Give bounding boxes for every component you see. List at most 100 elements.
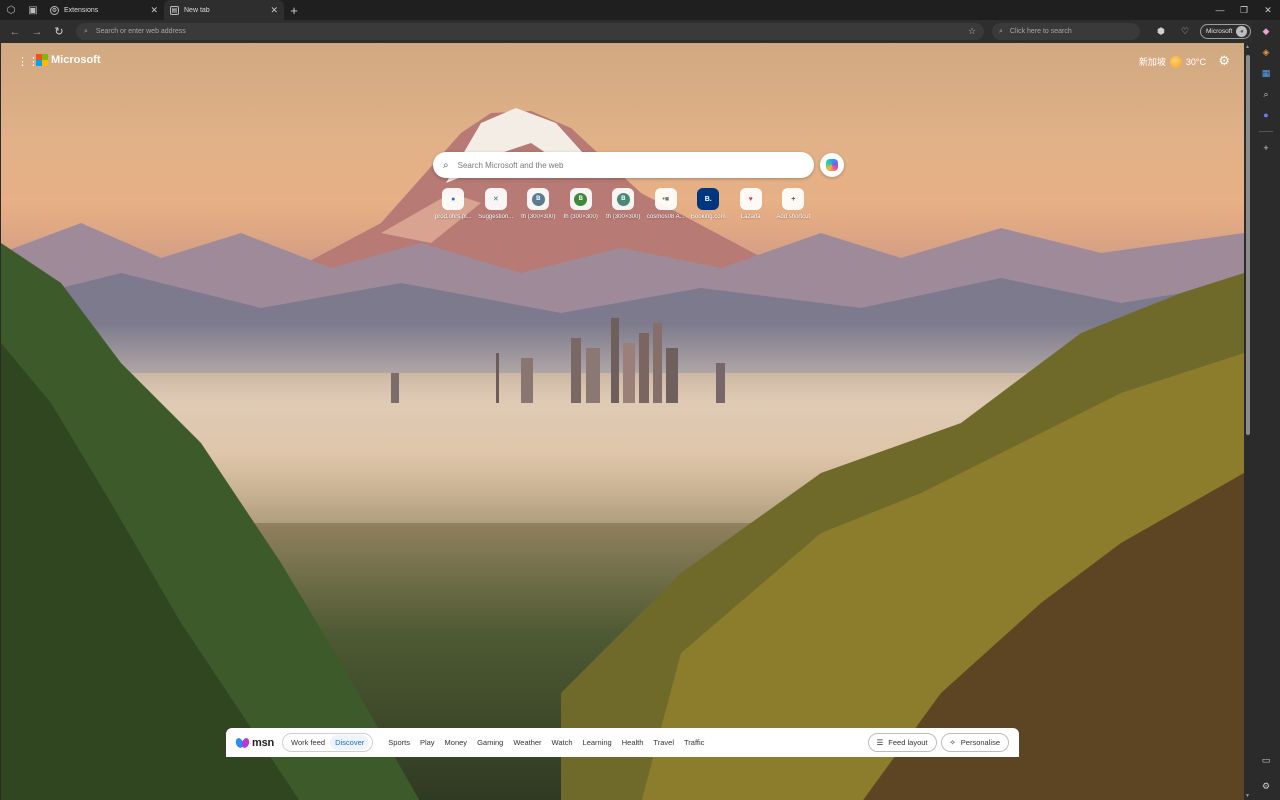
discover-tab[interactable]: Discover — [330, 735, 370, 750]
sunny-weather-icon — [1169, 55, 1182, 68]
add-sidebar-app-icon[interactable]: + — [1258, 140, 1274, 156]
sidebar-settings-icon[interactable]: ⚙ — [1258, 778, 1274, 794]
background-left-hill — [1, 243, 420, 800]
workspaces-icon[interactable]: ⬡ — [0, 0, 22, 20]
personalise-button[interactable]: ✧ Personalise — [940, 733, 1009, 752]
category-health[interactable]: Health — [617, 738, 649, 747]
shortcut-label: prod.ohrs.pl... — [434, 214, 472, 220]
tab-extensions[interactable]: ⚙ Extensions ✕ — [44, 0, 164, 20]
background-right-hill — [561, 273, 1244, 800]
window-controls: — ❐ ✕ — [1208, 0, 1280, 20]
edge-icon: ● — [442, 188, 465, 210]
feed-toggle: Work feed Discover — [282, 733, 374, 752]
search-icon: ⌕ — [443, 159, 449, 171]
minimize-icon[interactable]: — — [1208, 0, 1232, 20]
b-chip: B — [616, 192, 630, 206]
tab-new-tab[interactable]: ▤ New tab ✕ — [164, 0, 284, 20]
shortcut-label: Suggestion... — [478, 214, 514, 220]
close-tab-icon[interactable]: ✕ — [150, 5, 158, 16]
category-weather[interactable]: Weather — [508, 738, 546, 747]
shortcut-tile[interactable]: •■ cosmos08 A... — [645, 188, 688, 220]
drop-icon[interactable]: ● — [1258, 107, 1274, 123]
shortcut-tile[interactable]: + Add shortcut — [772, 188, 815, 220]
feed-layout-label: Feed layout — [888, 738, 928, 747]
page-settings-gear-icon[interactable]: ⚙ — [1218, 53, 1230, 69]
category-sports[interactable]: Sports — [383, 738, 415, 747]
favorite-star-icon[interactable]: ☆ — [968, 26, 976, 37]
weather-temperature: 30°C — [1185, 56, 1206, 67]
category-play[interactable]: Play — [415, 738, 440, 747]
lazada-icon: ♥ — [739, 188, 762, 210]
b-chip-icon: B — [527, 188, 550, 210]
new-tab-page: ⋮⋮⋮ Microsoft 新加坡 30°C ⚙ ⌕ Search Micros… — [1, 43, 1244, 800]
extensions-favicon-icon: ⚙ — [50, 5, 59, 15]
msn-logo[interactable]: msn — [234, 736, 275, 749]
forward-button[interactable]: → — [26, 22, 48, 42]
copilot-sidebar-icon[interactable]: ◆ — [1258, 23, 1274, 39]
weather-location: 新加坡 — [1138, 57, 1166, 67]
scroll-up-arrow-icon[interactable]: ▲ — [1245, 44, 1250, 50]
shortcut-tile[interactable]: ● prod.ohrs.pl... — [432, 188, 475, 220]
tab-actions-icon[interactable]: ▣ — [22, 0, 44, 20]
brand-name: Microsoft — [51, 54, 101, 66]
new-tab-favicon-icon: ▤ — [170, 5, 179, 15]
copilot-button[interactable] — [820, 153, 844, 177]
refresh-button[interactable]: ↻ — [48, 22, 70, 42]
shortcut-label: th (300×300) — [521, 214, 556, 220]
translate-icon[interactable]: ▦ — [1258, 65, 1274, 81]
profile-button[interactable]: Microsoft ● — [1200, 24, 1252, 39]
app-launcher-icon[interactable]: ⋮⋮⋮ — [17, 55, 50, 68]
category-money[interactable]: Money — [440, 738, 473, 747]
b-chip: B — [574, 192, 588, 206]
address-bar[interactable]: ⌕ Search or enter web address ☆ — [76, 23, 984, 40]
msn-brand: msn — [252, 736, 275, 749]
back-button[interactable]: ← — [4, 22, 26, 42]
plus-icon: + — [782, 188, 805, 210]
b-chip-icon: B — [612, 188, 635, 210]
shortcut-tile[interactable]: B. Booking.com — [687, 188, 730, 220]
copilot-app-icon[interactable]: ◈ — [1258, 44, 1274, 60]
shortcut-tile[interactable]: Bth (300×300) — [560, 188, 603, 220]
msn-butterfly-icon — [234, 736, 251, 749]
toolbar-search-placeholder: Click here to search — [1009, 28, 1072, 35]
close-tab-icon[interactable]: ✕ — [270, 5, 278, 16]
microsoft-squares-icon — [36, 54, 48, 66]
screen-cast-icon[interactable]: ▭ — [1258, 752, 1274, 768]
shortcut-label: Add shortcut — [776, 214, 811, 220]
toolbar-search-box[interactable]: ⌕ Click here to search — [992, 23, 1140, 40]
address-placeholder: Search or enter web address — [95, 28, 186, 35]
category-traffic[interactable]: Traffic — [679, 738, 709, 747]
web-search-box[interactable]: ⌕ Search Microsoft and the web — [433, 152, 814, 178]
category-watch[interactable]: Watch — [547, 738, 578, 747]
shortcut-label: Lazada — [740, 214, 761, 220]
weather-widget[interactable]: 新加坡 30°C — [1139, 55, 1206, 68]
profile-label: Microsoft — [1206, 28, 1233, 35]
page-scrollbar[interactable]: ▲ ▼ — [1244, 43, 1252, 800]
shortcut-tile[interactable]: ✕ Suggestion... — [475, 188, 518, 220]
feed-categories: Sports Play Money Gaming Weather Watch Learnin… — [383, 738, 709, 747]
work-feed-tab[interactable]: Work feed — [286, 735, 330, 750]
browser-essentials-icon[interactable]: ♡ — [1176, 23, 1194, 41]
new-tab-button[interactable]: + — [284, 0, 304, 20]
shortcut-tile[interactable]: ♥ Lazada — [730, 188, 773, 220]
shortcut-tile[interactable]: Bth (300×300) — [517, 188, 560, 220]
feed-layout-button[interactable]: ☰ Feed layout — [867, 733, 937, 752]
tab-title: New tab — [184, 6, 210, 14]
scroll-down-arrow-icon[interactable]: ▼ — [1245, 793, 1250, 799]
category-learning[interactable]: Learning — [578, 738, 617, 747]
extensions-icon[interactable]: ⬢ — [1152, 23, 1170, 41]
restore-icon[interactable]: ❐ — [1232, 0, 1256, 20]
web-search-placeholder: Search Microsoft and the web — [457, 160, 564, 170]
category-travel[interactable]: Travel — [648, 738, 679, 747]
scrollbar-thumb[interactable] — [1246, 55, 1250, 435]
shortcut-tile[interactable]: Bth (300×300) — [602, 188, 645, 220]
search-icon: ⌕ — [999, 27, 1003, 35]
category-gaming[interactable]: Gaming — [472, 738, 508, 747]
microsoft-logo: Microsoft — [36, 54, 101, 66]
close-window-icon[interactable]: ✕ — [1256, 0, 1280, 20]
search-icon: ⌕ — [84, 27, 88, 35]
search-sidebar-icon[interactable]: ⌕ — [1258, 86, 1274, 102]
edge-sidebar: ◆ ◈ ▦ ⌕ ● + ▭ ⚙ — [1252, 20, 1280, 800]
cosmos-icon: •■ — [654, 188, 677, 210]
shortcut-label: Booking.com — [690, 214, 726, 220]
